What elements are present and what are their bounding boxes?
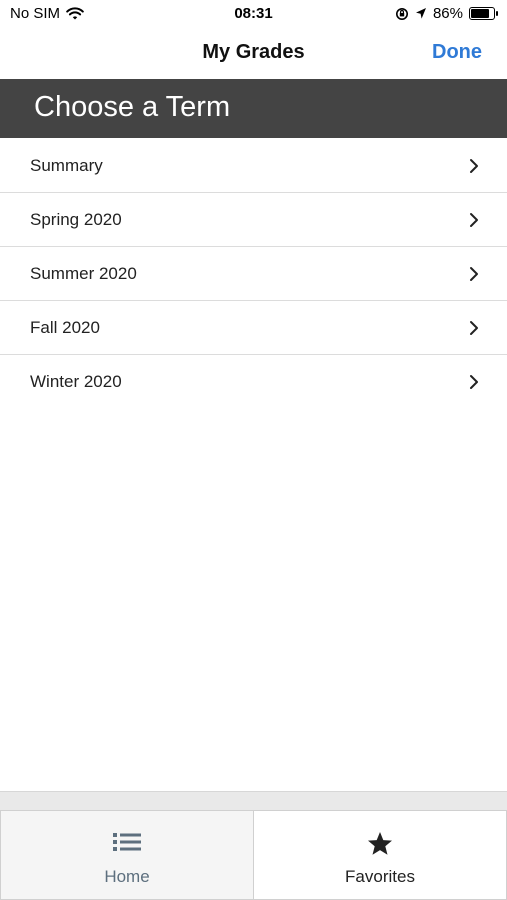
term-row-summary[interactable]: Summary bbox=[0, 139, 507, 193]
chevron-right-icon bbox=[470, 321, 478, 335]
battery-icon bbox=[469, 7, 498, 20]
term-row-summer-2020[interactable]: Summer 2020 bbox=[0, 247, 507, 301]
tab-bar: Home Favorites bbox=[0, 810, 507, 900]
orientation-lock-icon bbox=[395, 7, 408, 20]
battery-percent: 86% bbox=[432, 5, 463, 22]
term-row-fall-2020[interactable]: Fall 2020 bbox=[0, 301, 507, 355]
term-row-winter-2020[interactable]: Winter 2020 bbox=[0, 355, 507, 409]
tab-favorites-label: Favorites bbox=[345, 867, 415, 886]
list-icon bbox=[113, 833, 141, 851]
tab-bar-divider bbox=[0, 791, 507, 810]
chevron-right-icon bbox=[470, 267, 478, 281]
star-icon bbox=[368, 832, 392, 855]
term-label: Summary bbox=[30, 156, 103, 175]
battery-cap bbox=[496, 11, 498, 16]
status-right: 86% bbox=[395, 5, 498, 22]
tab-home[interactable]: Home bbox=[0, 810, 253, 900]
chevron-right-icon bbox=[470, 159, 478, 173]
done-button[interactable]: Done bbox=[432, 41, 482, 64]
navigation-bar: My Grades Done bbox=[0, 28, 507, 78]
term-label: Summer 2020 bbox=[30, 264, 137, 283]
section-title: Choose a Term bbox=[34, 91, 231, 123]
battery-level bbox=[471, 9, 489, 18]
term-label: Fall 2020 bbox=[30, 318, 100, 337]
section-header: Choose a Term bbox=[0, 79, 507, 138]
chevron-right-icon bbox=[470, 375, 478, 389]
term-label: Spring 2020 bbox=[30, 210, 122, 229]
status-bar: No SIM 08:31 86% bbox=[0, 0, 507, 28]
term-label: Winter 2020 bbox=[30, 372, 122, 391]
page-title: My Grades bbox=[202, 41, 305, 63]
term-list: Summary Spring 2020 Summer 2020 Fall 202… bbox=[0, 139, 507, 409]
tab-home-label: Home bbox=[104, 867, 150, 886]
tab-favorites[interactable]: Favorites bbox=[253, 810, 507, 900]
chevron-right-icon bbox=[470, 213, 478, 227]
location-arrow-icon bbox=[415, 8, 426, 19]
term-row-spring-2020[interactable]: Spring 2020 bbox=[0, 193, 507, 247]
